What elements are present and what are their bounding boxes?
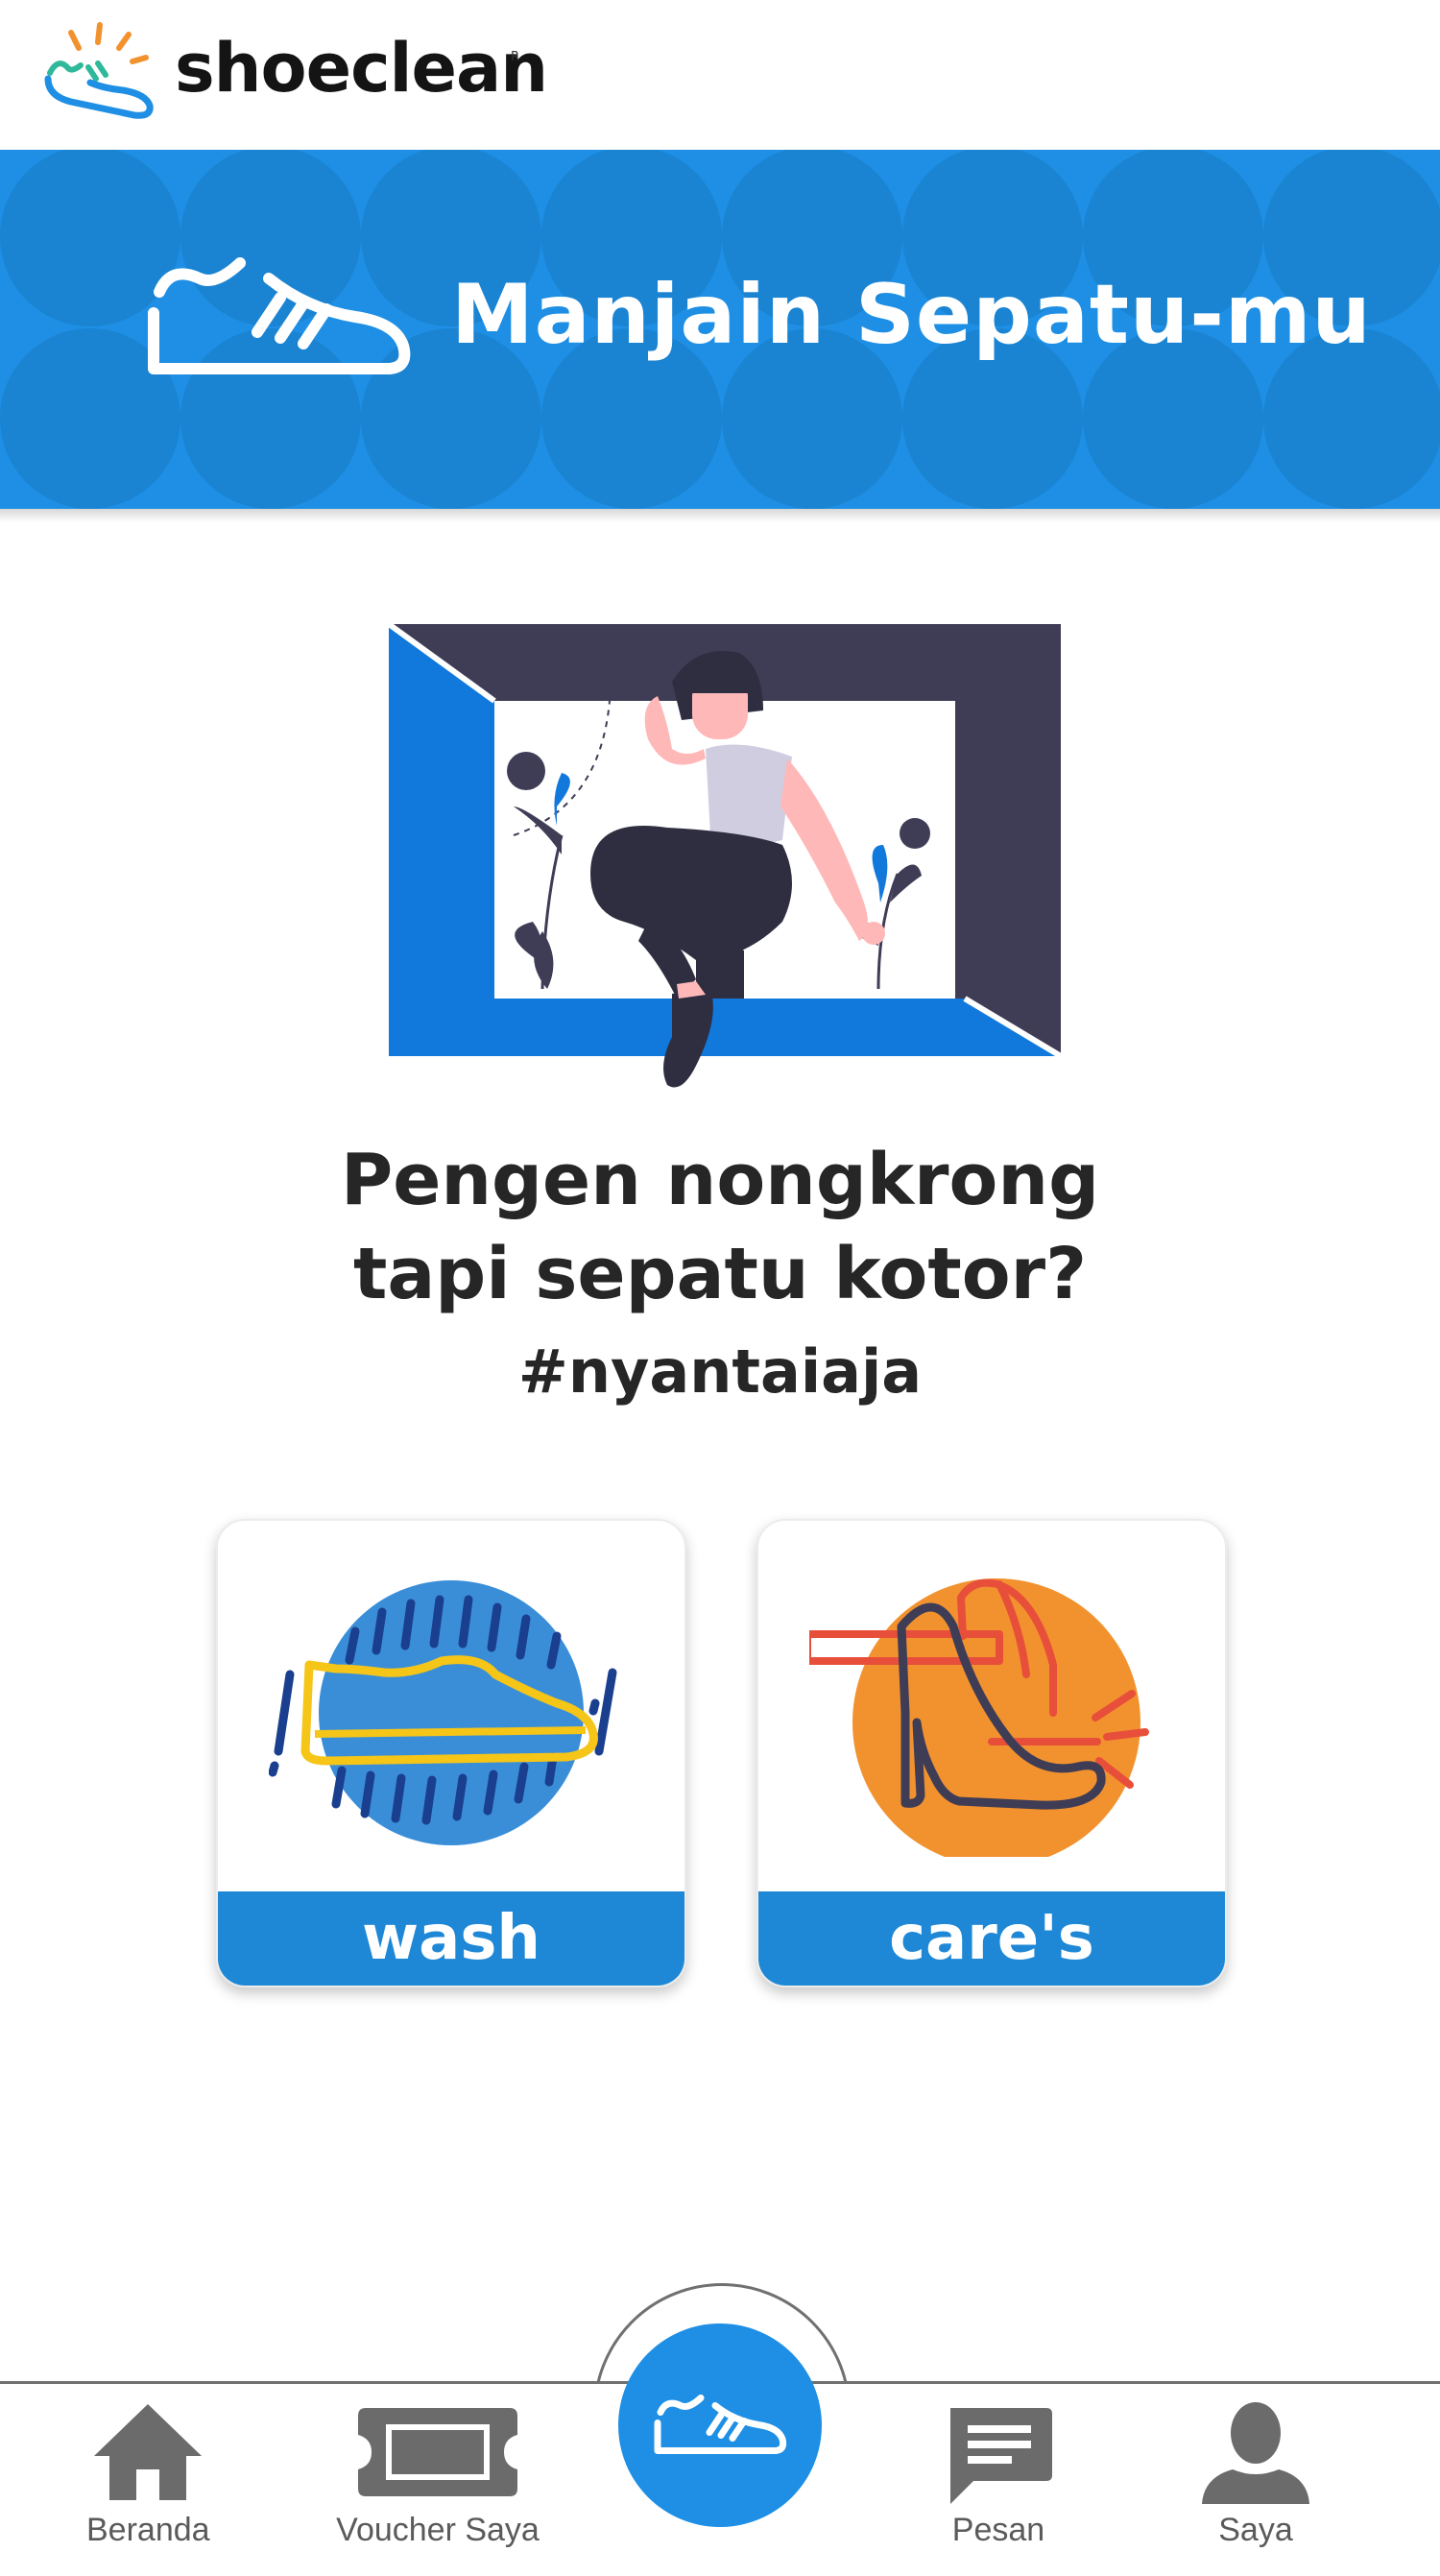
service-label-wash: wash [218, 1891, 684, 1986]
shoeclean-logo-icon [44, 22, 154, 119]
home-icon [94, 2404, 203, 2500]
tagline-line-1: Pengen nongkrong [340, 1139, 1100, 1221]
app-header: shoeclean R [0, 0, 1440, 150]
hero-banner: Manjain Sepatu-mu [0, 150, 1440, 509]
order-shoe-fab-button[interactable] [618, 2323, 822, 2527]
ticket-icon [358, 2408, 517, 2496]
nav-item-voucher-saya[interactable]: Voucher Saya [329, 2400, 546, 2549]
nav-label-pesan: Pesan [951, 2512, 1045, 2548]
shoe-outline-icon [654, 2395, 787, 2454]
message-icon [950, 2408, 1052, 2504]
banner-title: Manjain Sepatu-mu [451, 267, 1372, 363]
nav-label-saya: Saya [1218, 2512, 1293, 2548]
nav-item-pesan[interactable]: Pesan [941, 2400, 1056, 2549]
shoe-wash-icon [269, 1580, 617, 1845]
hashtag: #nyantaiaja [517, 1336, 923, 1407]
banner-shadow [0, 509, 1440, 522]
brand-name: shoeclean [175, 29, 548, 108]
service-card-care[interactable]: care's [756, 1519, 1227, 1987]
high-heel-care-icon [809, 1578, 1149, 1857]
user-icon [1202, 2402, 1309, 2504]
woman-sitting-in-frame-illustration [387, 621, 1063, 1088]
service-card-wash[interactable]: wash [216, 1519, 686, 1987]
nav-item-saya[interactable]: Saya [1198, 2400, 1313, 2549]
shoe-outline-icon [148, 257, 411, 374]
nav-label-beranda: Beranda [86, 2512, 210, 2548]
registered-mark: R [511, 50, 520, 64]
tagline-line-2: tapi sepatu kotor? [352, 1233, 1088, 1315]
nav-item-beranda[interactable]: Beranda [86, 2400, 210, 2549]
nav-label-voucher-saya: Voucher Saya [336, 2512, 540, 2548]
service-label-care: care's [758, 1891, 1225, 1986]
